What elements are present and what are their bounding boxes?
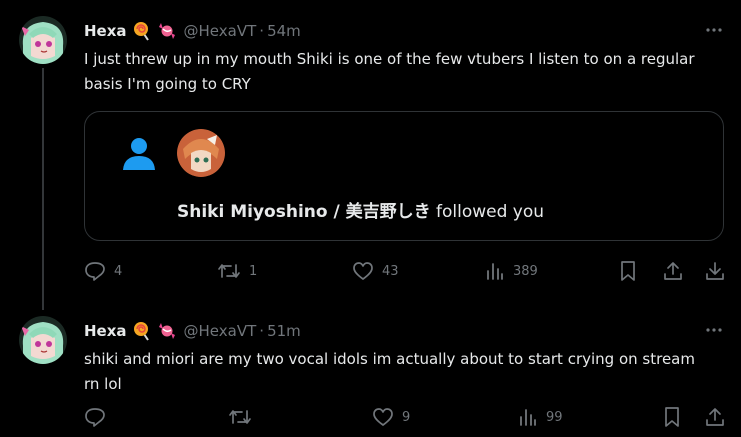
like-count: 9 — [402, 409, 411, 425]
bookmark-button[interactable] — [662, 405, 682, 429]
bookmark-button[interactable] — [618, 259, 638, 283]
reply-count: 4 — [114, 263, 123, 279]
avatar[interactable] — [19, 16, 67, 64]
repost-icon — [217, 261, 241, 281]
repost-button[interactable]: 1 — [217, 259, 257, 283]
timestamp[interactable]: 51m — [267, 322, 301, 340]
like-button[interactable]: 43 — [352, 259, 399, 283]
author-handle[interactable]: @HexaVT — [184, 22, 257, 40]
reply-button[interactable] — [84, 405, 114, 429]
share-button[interactable] — [704, 405, 726, 429]
repost-icon — [228, 407, 252, 427]
candy-emoji — [157, 321, 177, 341]
candy-emoji — [157, 21, 177, 41]
author-name[interactable]: Hexa — [84, 322, 127, 340]
lollipop-emoji — [132, 321, 152, 341]
author-name[interactable]: Hexa — [84, 22, 127, 40]
heart-icon — [372, 407, 394, 427]
tweet-text: I just threw up in my mouth Shiki is one… — [84, 50, 695, 93]
person-icon — [121, 136, 157, 174]
views-icon — [485, 261, 505, 281]
bookmark-icon — [618, 260, 638, 282]
reply-icon — [84, 261, 106, 281]
quoted-notification-card[interactable]: Shiki Miyoshino / 美吉野しき followed you — [84, 111, 724, 241]
bookmark-icon — [662, 406, 682, 428]
follow-action-text: followed you — [430, 202, 545, 222]
tweet-header: Hexa @HexaVT · 54m — [84, 19, 301, 43]
more-options-icon[interactable] — [700, 320, 728, 340]
views-button[interactable]: 389 — [485, 259, 538, 283]
thread-connector-line — [42, 68, 44, 310]
more-options-icon[interactable] — [700, 20, 728, 40]
avatar[interactable] — [19, 316, 67, 364]
tweet-header: Hexa @HexaVT · 51m — [84, 319, 301, 343]
reply-icon — [84, 407, 106, 427]
tweet-actions: 9 99 — [84, 405, 734, 429]
heart-icon — [352, 261, 374, 281]
follow-notification-text: Shiki Miyoshino / 美吉野しき followed you — [177, 197, 544, 222]
follower-avatar[interactable] — [177, 129, 225, 177]
share-icon — [704, 406, 726, 428]
views-button[interactable]: 99 — [518, 405, 563, 429]
separator-dot: · — [259, 322, 265, 340]
share-button[interactable] — [662, 259, 684, 283]
author-handle[interactable]: @HexaVT — [184, 322, 257, 340]
views-icon — [518, 407, 538, 427]
like-button[interactable]: 9 — [372, 405, 410, 429]
timestamp[interactable]: 54m — [267, 22, 301, 40]
views-count: 99 — [546, 409, 563, 425]
tweet-actions: 4 1 43 389 — [84, 259, 734, 283]
repost-count: 1 — [249, 263, 258, 279]
download-icon — [704, 260, 726, 282]
separator-dot: · — [259, 22, 265, 40]
download-button[interactable] — [704, 259, 726, 283]
tweet-text: shiki and miori are my two vocal idols i… — [84, 350, 695, 393]
share-icon — [662, 260, 684, 282]
lollipop-emoji — [132, 21, 152, 41]
views-count: 389 — [513, 263, 538, 279]
follower-name[interactable]: Shiki Miyoshino / 美吉野しき — [177, 202, 431, 222]
reply-button[interactable]: 4 — [84, 259, 122, 283]
repost-button[interactable] — [228, 405, 260, 429]
like-count: 43 — [382, 263, 399, 279]
